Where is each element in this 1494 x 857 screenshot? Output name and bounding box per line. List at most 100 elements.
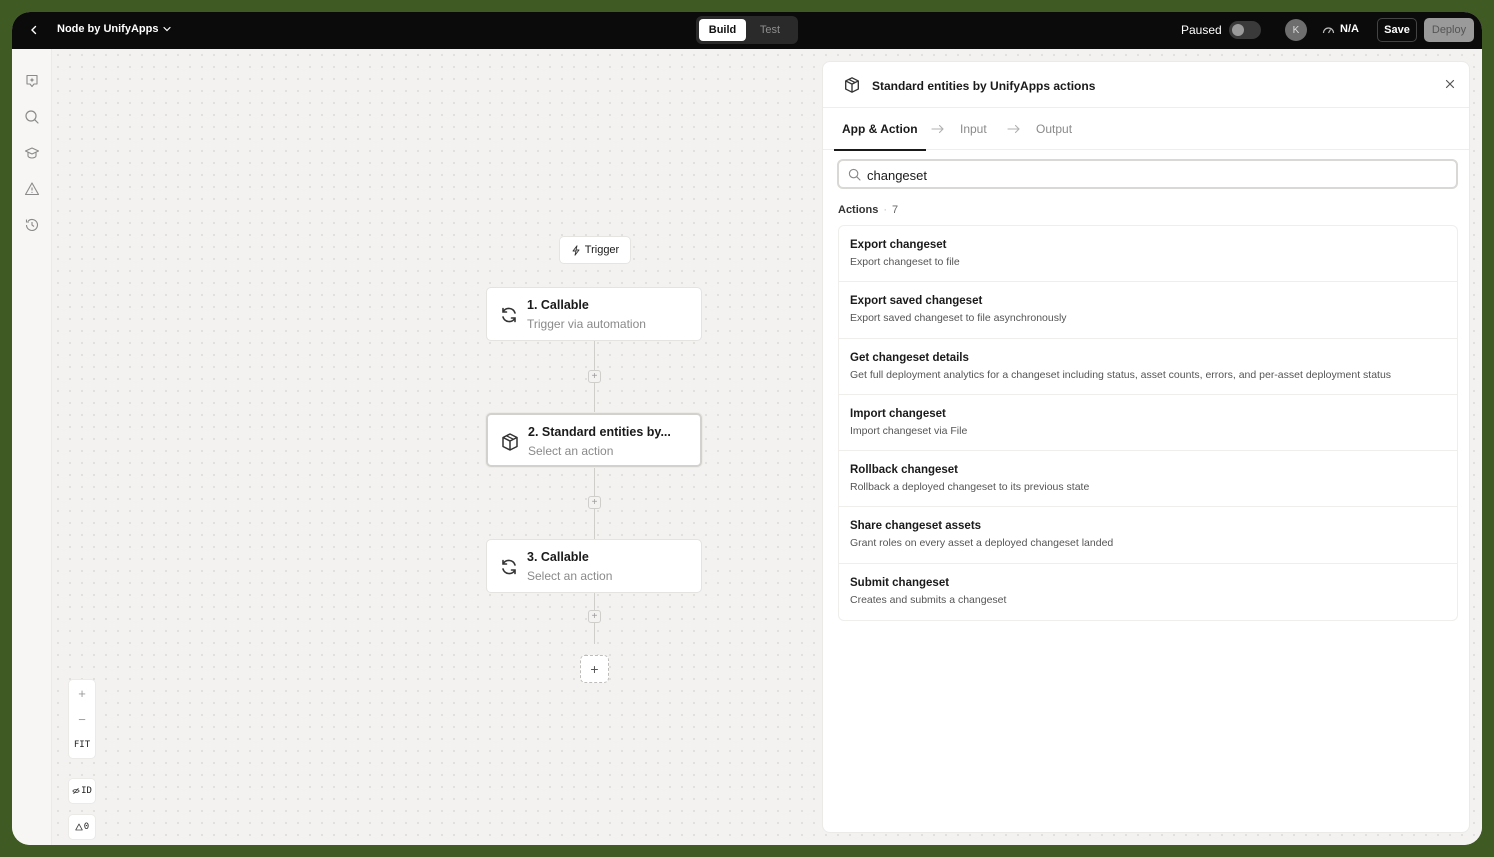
rail-ai-button[interactable] [23, 72, 41, 90]
action-title: Submit changeset [850, 576, 950, 589]
save-button[interactable]: Save [1377, 18, 1417, 42]
action-list: Export changeset Export changeset to fil… [838, 225, 1458, 622]
add-step-button[interactable]: + [588, 496, 601, 509]
avatar[interactable]: K [1285, 19, 1307, 41]
zoom-in-button[interactable]: + [69, 680, 95, 706]
separator-dot: · [883, 204, 888, 216]
tab-input[interactable]: Input [960, 108, 987, 150]
action-title: Export changeset [850, 239, 947, 251]
warning-icon [24, 182, 40, 196]
action-description: Import changeset via File [850, 424, 968, 437]
zoom-controls: + − FIT [68, 679, 96, 759]
usage-metric[interactable]: N/A [1322, 23, 1359, 35]
action-item-submit-changeset[interactable]: Submit changeset Creates and submits a c… [839, 564, 1457, 620]
step-separator [931, 108, 945, 150]
mode-switch: Build Test [696, 16, 798, 44]
panel-title: Standard entities by UnifyApps actions [872, 79, 1096, 93]
action-description: Export saved changeset to file asynchron… [850, 312, 1067, 325]
back-button[interactable] [26, 22, 42, 38]
cube-icon [502, 433, 518, 451]
action-panel: Standard entities by UnifyApps actions A… [822, 61, 1470, 833]
tab-output[interactable]: Output [1036, 108, 1072, 150]
node-subtitle: Select an action [527, 569, 613, 583]
gauge-icon [1322, 26, 1335, 33]
deploy-button[interactable]: Deploy [1424, 18, 1474, 42]
rail-search-button[interactable] [23, 108, 41, 126]
app-window: Node by UnifyApps Build Test Paused K N/… [12, 12, 1482, 845]
rail-history-button[interactable] [23, 216, 41, 234]
warnings-button[interactable]: 0 [68, 814, 96, 840]
rail-issues-button[interactable] [23, 180, 41, 198]
flow-node-2[interactable]: 2. Standard entities by... Select an act… [486, 413, 702, 467]
action-item-import-changeset[interactable]: Import changeset Import changeset via Fi… [839, 395, 1457, 452]
lightning-icon [572, 244, 580, 256]
trigger-chip[interactable]: Trigger [559, 236, 631, 264]
action-item-share-changeset-assets[interactable]: Share changeset assets Grant roles on ev… [839, 507, 1457, 564]
node-title: 1. Callable [527, 298, 589, 312]
step-separator [1007, 108, 1021, 150]
toggle-knob [1232, 24, 1244, 36]
action-description: Export changeset to file [850, 256, 960, 268]
graduation-cap-icon [24, 147, 40, 159]
app-switcher[interactable]: Node by UnifyApps [57, 23, 172, 35]
action-item-rollback-changeset[interactable]: Rollback changeset Rollback a deployed c… [839, 451, 1457, 508]
close-icon[interactable] [1443, 77, 1457, 91]
actions-label: Actions [838, 204, 879, 216]
usage-metric-value: N/A [1340, 23, 1359, 35]
step-tabs: App & Action Input Output [823, 108, 1469, 151]
search-input[interactable] [867, 166, 1447, 184]
zoom-out-button[interactable]: − [69, 706, 95, 732]
toggle-ids-button[interactable]: ID [68, 778, 96, 804]
action-title: Rollback changeset [850, 464, 959, 477]
refresh-icon [502, 559, 516, 575]
action-description: Rollback a deployed changeset to its pre… [850, 481, 1090, 494]
search-icon [25, 110, 39, 124]
paused-toggle[interactable] [1229, 21, 1261, 39]
history-icon [25, 218, 39, 231]
app-name-label: Node by UnifyApps [57, 23, 159, 35]
add-step-button[interactable]: + [588, 370, 601, 383]
tab-app-action[interactable]: App & Action [834, 108, 926, 151]
paused-label: Paused [1181, 23, 1222, 37]
action-description: Creates and submits a changeset [850, 593, 1007, 606]
chevron-left-icon [31, 25, 37, 35]
tab-build[interactable]: Build [699, 19, 746, 41]
flow-node-1[interactable]: 1. Callable Trigger via automation [486, 287, 702, 341]
action-search [837, 159, 1458, 189]
sparkle-badge-icon [26, 74, 38, 88]
rail-learn-button[interactable] [23, 144, 41, 162]
action-description: Grant roles on every asset a deployed ch… [850, 537, 1114, 550]
node-subtitle: Select an action [528, 444, 614, 458]
actions-count: 7 [892, 204, 899, 216]
add-node-button[interactable]: + [580, 655, 609, 683]
eye-off-icon [72, 787, 80, 795]
top-bar: Node by UnifyApps Build Test Paused K N/… [12, 12, 1482, 49]
fit-view-button[interactable]: FIT [69, 732, 95, 758]
warning-icon [75, 823, 83, 831]
refresh-icon [502, 307, 516, 323]
add-step-button[interactable]: + [588, 610, 601, 623]
arrow-right-icon [1007, 124, 1020, 134]
warnings-count: 0 [83, 822, 90, 832]
cube-icon [845, 77, 859, 93]
id-label: ID [81, 786, 92, 796]
action-description: Get full deployment analytics for a chan… [850, 368, 1392, 381]
node-subtitle: Trigger via automation [527, 317, 646, 331]
actions-header: Actions · 7 [838, 204, 898, 216]
left-rail [12, 49, 52, 845]
flow-node-3[interactable]: 3. Callable Select an action [486, 539, 702, 593]
action-title: Export saved changeset [850, 295, 983, 308]
node-title: 3. Callable [527, 550, 589, 564]
search-icon [848, 168, 861, 181]
node-title: 2. Standard entities by... [528, 425, 671, 439]
action-title: Get changeset details [850, 351, 969, 364]
action-item-export-saved-changeset[interactable]: Export saved changeset Export saved chan… [839, 282, 1457, 339]
action-title: Import changeset [850, 407, 946, 420]
tab-test[interactable]: Test [746, 19, 794, 41]
chevron-down-icon [163, 26, 172, 32]
arrow-right-icon [931, 124, 944, 134]
trigger-label: Trigger [584, 244, 620, 256]
panel-header: Standard entities by UnifyApps actions [823, 62, 1469, 108]
action-item-get-changeset-details[interactable]: Get changeset details Get full deploymen… [839, 339, 1457, 395]
action-item-export-changeset[interactable]: Export changeset Export changeset to fil… [839, 226, 1457, 283]
